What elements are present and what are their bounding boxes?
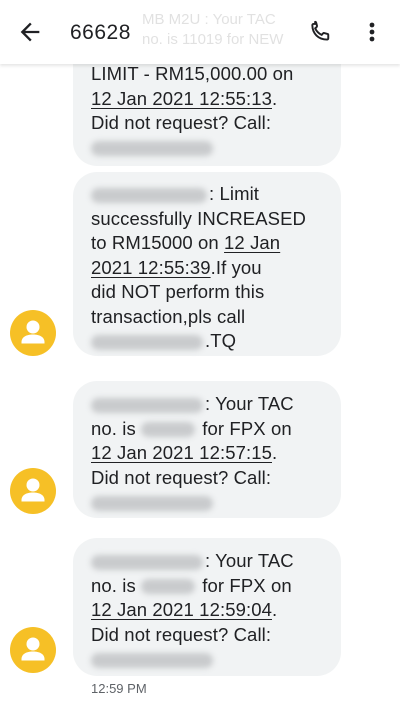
- more-vert-icon: [369, 22, 375, 42]
- more-options-button[interactable]: [362, 18, 382, 46]
- person-icon: [21, 637, 45, 661]
- notification-preview-overlay: MB M2U : Your TAC no. is 11019 for NEW: [142, 11, 284, 48]
- redacted-sender: [91, 554, 203, 570]
- message-date-link[interactable]: 2021 12:55:39: [91, 257, 211, 278]
- redacted-phone: [91, 495, 213, 511]
- message-date-link[interactable]: 12 Jan 2021 12:55:13: [91, 88, 272, 109]
- message-bubble[interactable]: : Your TAC no. is for FPX on 12 Jan 2021…: [73, 538, 341, 676]
- redacted-sender: [91, 397, 203, 413]
- message-text: : Your TAC no. is for FPX on 12 Jan 2021…: [91, 392, 327, 515]
- call-button[interactable]: [308, 18, 336, 46]
- redacted-sender: [91, 187, 207, 203]
- redacted-phone: [91, 334, 203, 350]
- message-text: : Limit successfully INCREASED to RM1500…: [91, 183, 307, 351]
- person-icon: [21, 478, 45, 502]
- redacted-phone: [91, 652, 213, 668]
- contact-avatar[interactable]: [10, 310, 56, 356]
- message-bubble[interactable]: : Limit successfully INCREASED to RM1500…: [73, 172, 341, 356]
- contact-avatar[interactable]: [10, 468, 56, 514]
- arrow-back-icon: [20, 22, 40, 42]
- message-date-link[interactable]: 12 Jan: [224, 232, 280, 253]
- message-bubble[interactable]: : Your TAC no. is for FPX on 12 Jan 2021…: [73, 381, 341, 518]
- message-timestamp: 12:59 PM: [91, 681, 147, 696]
- redacted-tac: [141, 579, 196, 595]
- redacted-tac: [141, 422, 196, 438]
- contact-avatar[interactable]: [10, 627, 56, 673]
- person-icon: [21, 320, 45, 344]
- back-button[interactable]: [16, 18, 44, 46]
- message-date-link[interactable]: 12 Jan 2021 12:59:04: [91, 599, 272, 620]
- app-bar: MB M2U : Your TAC no. is 11019 for NEW 6…: [0, 0, 400, 64]
- message-text: LIMIT - RM15,000.00 on 12 Jan 2021 12:55…: [91, 62, 327, 160]
- message-text: : Your TAC no. is for FPX on 12 Jan 2021…: [91, 549, 327, 672]
- redacted-phone: [91, 141, 213, 157]
- phone-icon: [311, 20, 330, 41]
- conversation-title: 66628: [70, 21, 131, 44]
- message-date-link[interactable]: 12 Jan 2021 12:57:15: [91, 442, 272, 463]
